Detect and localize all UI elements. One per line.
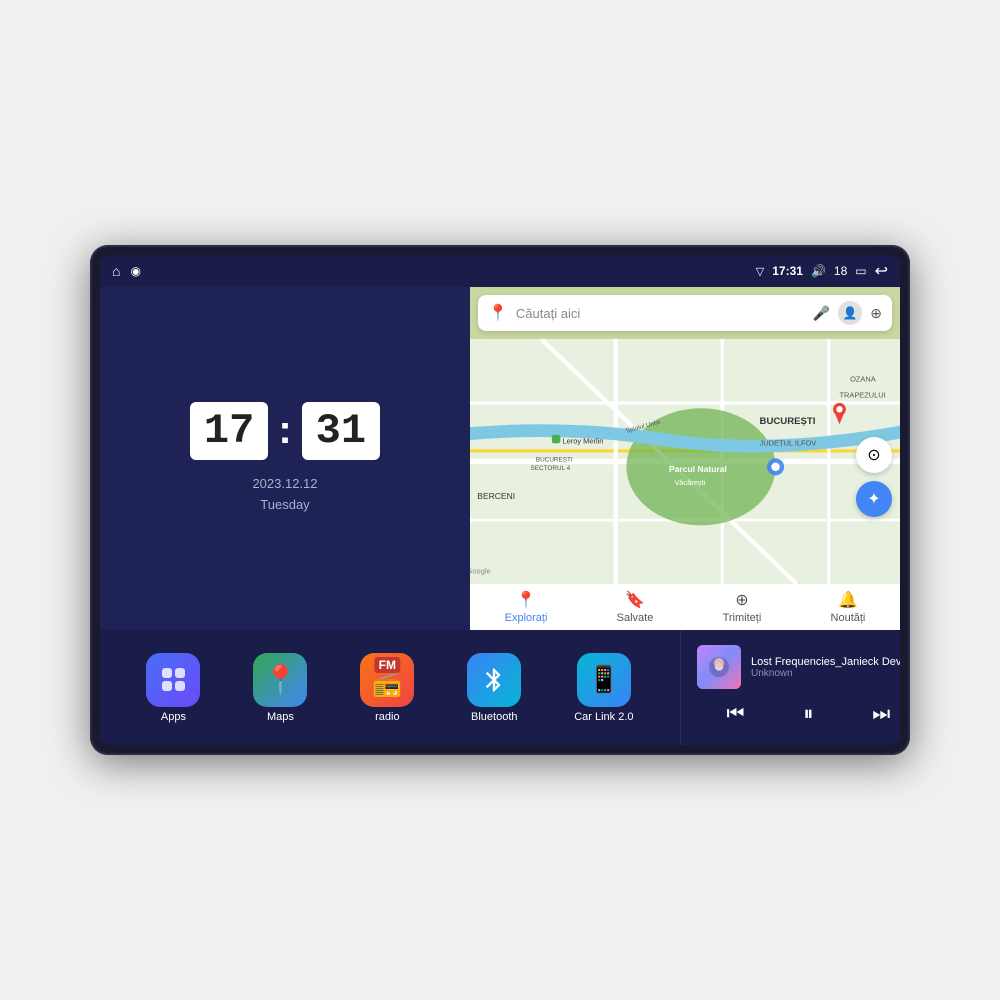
svg-text:BUCUREȘTI: BUCUREȘTI — [536, 457, 573, 464]
map-search-bar[interactable]: 📍 Căutați aici 🎤 👤 ⊕ — [478, 295, 892, 331]
clock-colon: : — [278, 408, 291, 453]
status-right: ▽ 17:31 🔊 18 ▭ ↩ — [756, 261, 888, 281]
clock-day: Tuesday — [252, 495, 317, 516]
music-artist: Unknown — [751, 668, 900, 679]
prev-button[interactable]: ⏮ — [716, 699, 754, 730]
bluetooth-label: Bluetooth — [471, 711, 517, 723]
music-info: Lost Frequencies_Janieck Devy-... Unknow… — [697, 645, 900, 689]
apps-icon — [146, 653, 200, 707]
clock-hour: 17 — [190, 402, 268, 460]
status-bar: ⌂ ◉ ▽ 17:31 🔊 18 ▭ ↩ — [100, 255, 900, 287]
svg-text:BERCENI: BERCENI — [477, 491, 515, 501]
clock-date-value: 2023.12.12 — [252, 474, 317, 495]
svg-text:SECTORUL 4: SECTORUL 4 — [531, 465, 571, 472]
clock-date: 2023.12.12 Tuesday — [252, 474, 317, 516]
map-mic-icon[interactable]: 🎤 — [813, 305, 830, 322]
map-nav-send-label: Trimiteți — [723, 612, 762, 624]
map-area[interactable]: BUCUREȘTI JUDEȚUL ILFOV TRAPEZULUI OZANA… — [470, 339, 900, 584]
news-icon: 🔔 — [838, 590, 858, 610]
music-player: Lost Frequencies_Janieck Devy-... Unknow… — [680, 630, 900, 745]
battery-icon: ▭ — [855, 264, 866, 278]
compass-icon: ✦ — [867, 489, 880, 509]
maps-icon: 📍 — [253, 653, 307, 707]
app-item-radio[interactable]: FM 📻 radio — [360, 653, 414, 723]
back-icon[interactable]: ↩ — [875, 261, 888, 281]
map-nav-news[interactable]: 🔔 Noutăți — [831, 590, 866, 624]
main-content: 17 : 31 2023.12.12 Tuesday 📍 Căutați aic… — [100, 287, 900, 745]
map-bottom-nav: 📍 Explorați 🔖 Salvate ⊕ Trimiteți 🔔 Nout… — [470, 584, 900, 630]
play-button[interactable]: ⏸ — [793, 699, 823, 730]
map-widget[interactable]: 📍 Căutați aici 🎤 👤 ⊕ — [470, 287, 900, 630]
volume-icon: 🔊 — [811, 264, 826, 278]
signal-icon: ▽ — [756, 265, 764, 278]
home-icon[interactable]: ⌂ — [112, 263, 120, 279]
map-nav-saved[interactable]: 🔖 Salvate — [617, 590, 654, 624]
status-left: ⌂ ◉ — [112, 263, 141, 279]
map-nav-saved-label: Salvate — [617, 612, 654, 624]
nav-icon[interactable]: ◉ — [130, 264, 140, 278]
map-nav-news-label: Noutăți — [831, 612, 866, 624]
radio-label: radio — [375, 711, 399, 723]
location-icon: ⊙ — [867, 445, 880, 465]
carlink-label: Car Link 2.0 — [574, 711, 633, 723]
apps-dock: Apps 📍 Maps FM 📻 — [100, 630, 680, 745]
explore-icon: 📍 — [516, 590, 536, 610]
clock-minute: 31 — [302, 402, 380, 460]
app-item-apps[interactable]: Apps — [146, 653, 200, 723]
saved-icon: 🔖 — [625, 590, 645, 610]
svg-text:OZANA: OZANA — [850, 375, 876, 384]
device-shell: ⌂ ◉ ▽ 17:31 🔊 18 ▭ ↩ 17 : 31 — [90, 245, 910, 755]
map-svg: BUCUREȘTI JUDEȚUL ILFOV TRAPEZULUI OZANA… — [470, 339, 900, 584]
map-location-button[interactable]: ⊙ — [856, 437, 892, 473]
svg-text:TRAPEZULUI: TRAPEZULUI — [839, 391, 885, 400]
clock-widget: 17 : 31 2023.12.12 Tuesday — [100, 287, 470, 630]
svg-text:Google: Google — [470, 566, 491, 575]
device-screen: ⌂ ◉ ▽ 17:31 🔊 18 ▭ ↩ 17 : 31 — [100, 255, 900, 745]
svg-text:JUDEȚUL ILFOV: JUDEȚUL ILFOV — [760, 439, 817, 448]
svg-text:BUCUREȘTI: BUCUREȘTI — [760, 416, 816, 427]
carlink-icon-wrap: 📱 — [577, 653, 631, 707]
next-button[interactable]: ⏭ — [862, 699, 900, 730]
map-nav-send[interactable]: ⊕ Trimiteți — [723, 590, 762, 624]
bluetooth-icon-wrap — [467, 653, 521, 707]
app-item-maps[interactable]: 📍 Maps — [253, 653, 307, 723]
radio-icon-wrap: FM 📻 — [360, 653, 414, 707]
bottom-row: Apps 📍 Maps FM 📻 — [100, 630, 900, 745]
map-avatar-icon[interactable]: 👤 — [838, 301, 862, 325]
map-nav-explore-label: Explorați — [505, 612, 548, 624]
app-item-bluetooth[interactable]: Bluetooth — [467, 653, 521, 723]
maps-label: Maps — [267, 711, 294, 723]
svg-text:Leroy Merlin: Leroy Merlin — [563, 436, 604, 445]
app-item-carlink[interactable]: 📱 Car Link 2.0 — [574, 653, 633, 723]
battery-level: 18 — [834, 264, 847, 278]
map-nav-explore[interactable]: 📍 Explorați — [505, 590, 548, 624]
clock-display: 17 : 31 — [190, 402, 380, 460]
status-time: 17:31 — [772, 264, 803, 278]
map-layers-icon[interactable]: ⊕ — [870, 305, 882, 322]
apps-label: Apps — [161, 711, 186, 723]
map-pin-icon: 📍 — [488, 303, 508, 323]
send-icon: ⊕ — [735, 590, 748, 610]
map-search-text[interactable]: Căutați aici — [516, 306, 805, 321]
album-art — [697, 645, 741, 689]
music-controls: ⏮ ⏸ ⏭ — [697, 699, 900, 730]
music-title: Lost Frequencies_Janieck Devy-... — [751, 656, 900, 668]
music-text: Lost Frequencies_Janieck Devy-... Unknow… — [751, 656, 900, 679]
svg-text:Văcărești: Văcărești — [674, 478, 705, 487]
map-compass-button[interactable]: ✦ — [856, 481, 892, 517]
svg-text:Parcul Natural: Parcul Natural — [669, 464, 727, 474]
